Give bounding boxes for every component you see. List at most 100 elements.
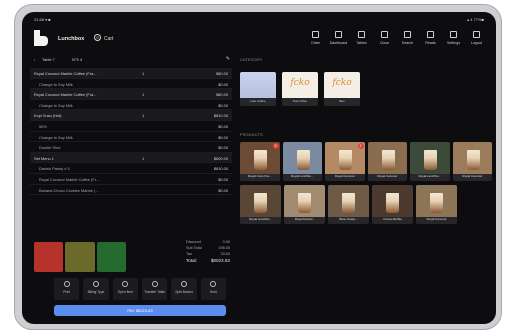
order-modifier[interactable]: 50% $0.00 — [30, 121, 232, 132]
line-price: $0.00 — [218, 134, 228, 140]
category-label: Last Coffee — [250, 99, 266, 103]
order-modifier[interactable]: Banana Choco Cookies Marble (... $0.00 — [30, 185, 232, 196]
product-label: Royal Coco Fra... — [248, 174, 272, 178]
action-print[interactable]: Print — [54, 278, 80, 300]
total-label: Sub Total — [186, 246, 202, 250]
line-price: $0.00 — [218, 81, 228, 87]
category-image: fcko — [282, 72, 318, 98]
nav-search[interactable]: Search — [396, 28, 419, 50]
order-lines: Royal Coconut Marble Coffee (Fra... 1 $80.… — [30, 68, 232, 196]
nav-label: Dashboard — [329, 41, 348, 45]
product-card[interactable]: Royal Lunchbo... — [282, 142, 322, 181]
line-price: $0.00 — [218, 145, 228, 151]
product-card[interactable]: Royal Lunchbo... — [240, 185, 281, 224]
top-nav: Order Dashboard Tables Close Search Reads Sett… — [304, 28, 488, 50]
product-card[interactable]: Royal Coco Fra... 5 — [240, 142, 280, 181]
product-card[interactable]: Cocoa Marble — [372, 185, 413, 224]
order-modifier[interactable]: Change to Soy Milk $0.00 — [30, 132, 232, 143]
order-number: N°5 4 — [72, 57, 83, 62]
color-swatch[interactable] — [65, 242, 95, 272]
action-split-bucket[interactable]: Split Bucket — [171, 278, 197, 300]
dashboard-icon — [335, 31, 342, 38]
category-card[interactable]: fcko Bes — [324, 72, 360, 106]
coffee-cup-image — [339, 150, 352, 170]
total-value: 195.00 — [218, 246, 230, 250]
product-card[interactable]: Royal Coconut 2 — [325, 142, 365, 181]
category-logo-text: fcko — [290, 78, 310, 88]
nav-label: Logout — [471, 41, 482, 45]
order-modifier[interactable]: Danish Pastry x 5 $810.00 — [30, 163, 232, 174]
grand-total-row: Total: $8023.63 — [140, 258, 230, 266]
line-qty: 1 — [142, 155, 145, 161]
line-price: $810.00 — [213, 166, 228, 172]
action-transfer-table[interactable]: Transfer Table — [141, 278, 168, 300]
line-qty: 1 — [142, 92, 145, 98]
order-modifier[interactable]: Change to Soy Milk $0.00 — [30, 100, 232, 111]
split-icon — [180, 281, 187, 287]
order-modifier[interactable]: Change to Soy Milk $0.00 — [30, 79, 232, 90]
coffee-cup-image — [430, 193, 443, 213]
coffee-cup-image — [424, 150, 437, 170]
order-panel: ‹ Table 7 N°5 4 ✎ Royal Coconut Marble C… — [30, 56, 232, 320]
order-item[interactable]: Royal Coconut Marble Coffee (Fra... 1 $80.… — [30, 68, 232, 79]
line-price: $800.00 — [213, 155, 228, 161]
color-swatch[interactable] — [34, 242, 64, 272]
nav-close[interactable]: Close — [373, 28, 396, 50]
line-name: Double Shot — [39, 145, 61, 151]
order-modifier[interactable]: Royal Coconut Marble Coffee (Fr... $0.00 — [30, 174, 232, 185]
nav-dashboard[interactable]: Dashboard — [327, 28, 350, 50]
total-value: 33.63 — [220, 252, 230, 256]
coffee-cup-image — [342, 193, 355, 213]
product-label: Royal Lunchbo... — [418, 174, 441, 178]
line-name: Change to Soy Milk — [39, 134, 73, 140]
grand-total-label: Total: — [186, 258, 197, 263]
nav-logout[interactable]: Logout — [465, 28, 488, 50]
category-card[interactable]: fcko Tea Coffee — [282, 72, 318, 106]
tables-icon — [358, 31, 365, 38]
product-label: Royal Fancor.. — [294, 217, 315, 221]
product-photo — [410, 142, 450, 174]
nav-order[interactable]: Order — [304, 28, 327, 50]
order-header: ‹ Table 7 N°5 4 ✎ — [34, 56, 232, 66]
chevron-left-icon[interactable]: ‹ — [34, 57, 35, 62]
color-swatch[interactable] — [96, 242, 126, 272]
products-heading: PRODUCTS — [240, 133, 263, 137]
order-item[interactable]: Set Menu 1 1 $800.00 — [30, 152, 232, 164]
cart-link[interactable]: Cart — [104, 36, 113, 42]
category-card[interactable]: Last Coffee — [240, 72, 276, 106]
pos-screen: 21:58 ▾ ■ ▴ 4 77%■ Lunchbox ⊙ Cart Order… — [22, 12, 496, 324]
action-billing-type[interactable]: Billing Type — [83, 278, 109, 300]
nav-label: Order — [310, 41, 321, 45]
product-card[interactable]: Royal Coconut — [416, 185, 457, 224]
order-item[interactable]: Kopi Susu (Hot) 1 $810.00 — [30, 110, 232, 121]
order-item[interactable]: Royal Coconut Marble Coffee (Fra... 1 $80.… — [30, 89, 232, 100]
nav-settings[interactable]: Settings — [442, 28, 465, 50]
line-qty: 1 — [142, 71, 145, 76]
cart-icon[interactable]: ⊙ — [94, 34, 101, 41]
order-modifier[interactable]: Double Shot $0.00 — [30, 142, 232, 153]
line-name: Danish Pastry x 5 — [39, 166, 70, 172]
action-label: Hold — [209, 290, 217, 294]
product-row: Royal Lunchbo... Royal Fancor.. Blow Grape… — [240, 185, 492, 224]
product-card[interactable]: Royal Fancor.. — [284, 185, 325, 224]
action-hold[interactable]: Hold — [200, 278, 226, 300]
product-label: Royal Coconut — [462, 174, 483, 178]
product-photo — [372, 185, 413, 217]
edit-icon[interactable]: ✎ — [226, 56, 230, 62]
coffee-cup-image — [296, 150, 310, 170]
product-card[interactable]: Blow Grape... — [328, 185, 369, 224]
nav-reads[interactable]: Reads — [419, 28, 442, 50]
print-icon — [63, 281, 70, 287]
nav-tables[interactable]: Tables — [350, 28, 373, 50]
gear-icon — [450, 31, 457, 38]
table-label: Table 7 — [42, 57, 55, 62]
action-open-item[interactable]: Open Item — [112, 278, 138, 300]
open-item-icon — [122, 281, 129, 287]
product-card[interactable]: Royal Coconut — [367, 142, 407, 181]
product-card[interactable]: Royal Lunchbo... — [410, 142, 450, 181]
pay-button[interactable]: PAY $8023.63 — [54, 305, 226, 316]
color-swatches — [34, 242, 126, 272]
product-card[interactable]: Royal Coconut — [452, 142, 492, 181]
top-bar: Lunchbox ⊙ Cart Order Dashboard Tables Clos… — [32, 26, 488, 52]
product-photo — [416, 185, 457, 217]
